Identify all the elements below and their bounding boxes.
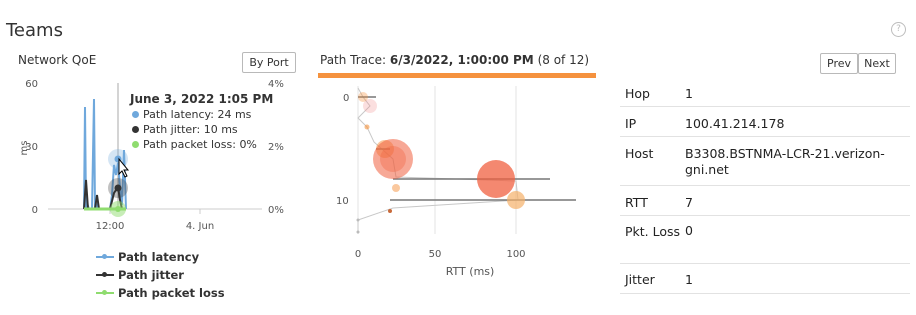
y-tick-10: 10 bbox=[336, 196, 349, 207]
y-right-tick-0: 0% bbox=[268, 205, 284, 216]
tooltip-jitter-text: Path jitter: 10 ms bbox=[143, 123, 238, 136]
path-trace-label: Path Trace: bbox=[320, 53, 387, 67]
path-point bbox=[356, 230, 360, 234]
rtt-key: RTT bbox=[620, 185, 685, 216]
x-axis-label: RTT (ms) bbox=[446, 265, 495, 278]
x-tick-4jun: 4. Jun bbox=[186, 221, 214, 232]
jitter-hover-point bbox=[114, 184, 122, 192]
hop-bubble[interactable] bbox=[507, 191, 525, 209]
hop-bubble[interactable] bbox=[392, 184, 400, 192]
chart-tooltip: June 3, 2022 1:05 PM Path latency: 24 ms… bbox=[130, 92, 273, 152]
y-tick-0: 0 bbox=[343, 93, 349, 104]
loss-hover-point bbox=[115, 206, 121, 212]
jitter-dot-icon bbox=[132, 126, 139, 133]
tooltip-latency: Path latency: 24 ms bbox=[130, 107, 273, 122]
y-left-tick-0: 0 bbox=[32, 205, 38, 216]
x-tick-50: 50 bbox=[429, 249, 442, 260]
by-port-button[interactable]: By Port bbox=[242, 52, 296, 73]
ip-row: IP 100.41.214.178 bbox=[620, 106, 910, 137]
path-trace-date: 6/3/2022, 1:00:00 PM bbox=[389, 53, 534, 67]
tooltip-loss-text: Path packet loss: 0% bbox=[143, 138, 257, 151]
rtt-value: 7 bbox=[685, 185, 910, 216]
path-trace-title: Path Trace: 6/3/2022, 1:00:00 PM (8 of 1… bbox=[320, 53, 589, 67]
x-tick-0: 0 bbox=[355, 249, 361, 260]
hop-bubble[interactable] bbox=[477, 160, 515, 198]
path-trace-count: (8 of 12) bbox=[537, 53, 590, 67]
legend-label-loss: Path packet loss bbox=[118, 286, 225, 300]
hop-bubble[interactable] bbox=[363, 99, 377, 113]
host-key: Host bbox=[620, 136, 685, 186]
legend-item-jitter[interactable]: Path jitter bbox=[96, 268, 256, 284]
pkt-loss-value: 0 bbox=[685, 215, 910, 264]
hop-details-table: Hop 1 IP 100.41.214.178 Host B3308.BSTNM… bbox=[620, 80, 910, 294]
loss-dot-icon bbox=[132, 141, 139, 148]
tooltip-latency-text: Path latency: 24 ms bbox=[143, 108, 252, 121]
rtt-row: RTT 7 bbox=[620, 185, 910, 216]
next-button[interactable]: Next bbox=[858, 53, 896, 74]
legend-item-loss[interactable]: Path packet loss bbox=[96, 286, 256, 302]
ip-key: IP bbox=[620, 106, 685, 137]
x-tick-100: 100 bbox=[506, 249, 525, 260]
jitter-legend-dot-icon bbox=[102, 272, 107, 277]
ip-value: 100.41.214.178 bbox=[685, 106, 910, 137]
legend-label-jitter: Path jitter bbox=[118, 268, 184, 282]
hop-bubble-inner[interactable] bbox=[380, 146, 406, 172]
pkt-loss-row: Pkt. Loss 0 bbox=[620, 215, 910, 264]
hop-bubble[interactable] bbox=[388, 209, 392, 213]
latency-dot-icon bbox=[132, 111, 139, 118]
y-left-tick-60: 60 bbox=[25, 79, 38, 90]
pkt-loss-key: Pkt. Loss bbox=[620, 215, 685, 264]
loss-legend-dot-icon bbox=[102, 290, 107, 295]
x-tick-1200: 12:00 bbox=[96, 221, 125, 232]
hop-row: Hop 1 bbox=[620, 80, 910, 107]
host-value: B3308.BSTNMA-LCR-21.verizon-gni.net bbox=[685, 136, 910, 186]
hop-key: Hop bbox=[620, 80, 685, 107]
path-trace-accent-bar bbox=[318, 73, 596, 78]
y-axis-label: ms bbox=[19, 141, 30, 156]
widget-title: Teams bbox=[6, 20, 63, 41]
tooltip-title: June 3, 2022 1:05 PM bbox=[130, 92, 274, 106]
tooltip-jitter: Path jitter: 10 ms bbox=[130, 122, 273, 137]
latency-legend-dot-icon bbox=[102, 254, 107, 259]
hop-bubble[interactable] bbox=[364, 124, 370, 130]
legend-item-latency[interactable]: Path latency bbox=[96, 250, 256, 266]
jitter-value: 1 bbox=[685, 263, 910, 294]
jitter-key: Jitter bbox=[620, 263, 685, 294]
prev-button[interactable]: Prev bbox=[820, 53, 858, 74]
path-point bbox=[356, 218, 360, 222]
jitter-row: Jitter 1 bbox=[620, 263, 910, 294]
hop-value: 1 bbox=[685, 80, 910, 107]
path-trace-chart[interactable]: 0 10 0 50 100 RTT (ms) bbox=[318, 82, 608, 282]
tooltip-loss: Path packet loss: 0% bbox=[130, 137, 273, 152]
y-right-tick-4: 4% bbox=[268, 79, 284, 90]
host-row: Host B3308.BSTNMA-LCR-21.verizon-gni.net bbox=[620, 136, 910, 186]
network-qoe-title: Network QoE bbox=[18, 53, 97, 67]
help-icon[interactable]: ? bbox=[891, 22, 906, 37]
legend-label-latency: Path latency bbox=[118, 250, 200, 264]
